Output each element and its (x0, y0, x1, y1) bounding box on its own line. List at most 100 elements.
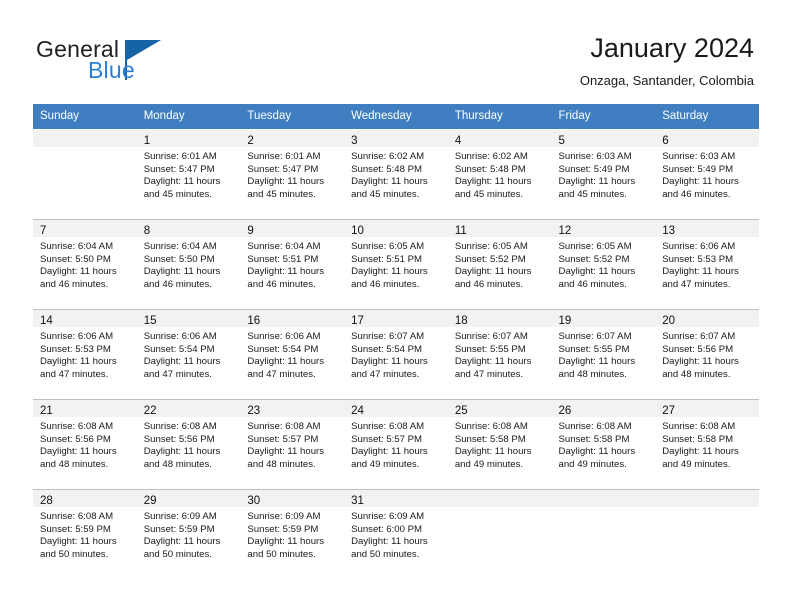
calendar-day-cell[interactable]: 21 Sunrise: 6:08 AM Sunset: 5:56 PM Dayligh… (33, 399, 137, 489)
day-number-band: 15 (136, 310, 241, 327)
calendar-day-cell[interactable]: 6 Sunrise: 6:03 AM Sunset: 5:49 PM Daylight… (655, 129, 759, 219)
day-cell-inner: 14 Sunrise: 6:06 AM Sunset: 5:53 PM Dayligh… (33, 309, 137, 399)
calendar-day-cell[interactable]: 11 Sunrise: 6:05 AM Sunset: 5:52 PM Dayligh… (447, 219, 552, 309)
day-number-band: 18 (447, 310, 552, 327)
day-sun-info: Sunrise: 6:08 AM Sunset: 5:57 PM Daylight:… (240, 417, 344, 471)
day-number-band: 27 (655, 400, 759, 417)
day-number-band: 31 (344, 490, 448, 507)
sunrise-text: Sunrise: 6:07 AM (454, 331, 528, 342)
sunset-text: Sunset: 5:52 PM (454, 253, 526, 265)
daylight-text-line2: and 47 minutes. (351, 368, 420, 380)
calendar-day-cell[interactable]: 1 Sunrise: 6:01 AM Sunset: 5:47 PM Daylight… (136, 129, 241, 219)
calendar-empty-cell (447, 489, 552, 579)
logo-text-blue: Blue (88, 57, 135, 83)
daylight-text-line2: and 49 minutes. (351, 458, 420, 470)
day-sun-info: Sunrise: 6:08 AM Sunset: 5:57 PM Daylight:… (344, 417, 448, 471)
daylight-text-line2: and 46 minutes. (351, 278, 420, 290)
calendar-day-cell[interactable]: 19 Sunrise: 6:07 AM Sunset: 5:55 PM Dayligh… (551, 309, 656, 399)
daylight-text-line1: Daylight: 11 hours (143, 176, 221, 188)
sunset-text: Sunset: 5:50 PM (143, 253, 215, 265)
day-sun-info: Sunrise: 6:02 AM Sunset: 5:48 PM Daylight:… (344, 147, 448, 201)
day-number-band: 7 (33, 220, 137, 237)
calendar-day-cell[interactable]: 7 Sunrise: 6:04 AM Sunset: 5:50 PM Daylight… (33, 219, 137, 309)
day-number-band: 4 (447, 130, 552, 147)
sunrise-text: Sunrise: 6:09 AM (351, 511, 425, 522)
day-cell-inner: 4 Sunrise: 6:02 AM Sunset: 5:48 PM Daylight… (447, 129, 552, 219)
day-sun-info: Sunrise: 6:08 AM Sunset: 5:56 PM Daylight:… (33, 417, 137, 471)
calendar-day-cell[interactable]: 26 Sunrise: 6:08 AM Sunset: 5:58 PM Dayligh… (551, 399, 656, 489)
day-number: 8 (143, 225, 151, 237)
calendar-day-cell[interactable]: 3 Sunrise: 6:02 AM Sunset: 5:48 PM Daylight… (344, 129, 448, 219)
calendar-day-cell[interactable]: 4 Sunrise: 6:02 AM Sunset: 5:48 PM Daylight… (447, 129, 552, 219)
sunset-text: Sunset: 5:59 PM (40, 523, 111, 535)
calendar-day-cell[interactable]: 20 Sunrise: 6:07 AM Sunset: 5:56 PM Dayligh… (655, 309, 759, 399)
daylight-text-line1: Daylight: 11 hours (247, 176, 325, 188)
sunrise-text: Sunrise: 6:07 AM (662, 331, 736, 342)
daylight-text-line2: and 49 minutes. (662, 458, 731, 470)
day-number-band: 23 (240, 400, 345, 417)
day-sun-info: Sunrise: 6:01 AM Sunset: 5:47 PM Daylight:… (137, 147, 241, 201)
day-number: 17 (351, 315, 364, 327)
calendar-body: 1 Sunrise: 6:01 AM Sunset: 5:47 PM Daylight… (33, 129, 759, 579)
sunset-text: Sunset: 5:49 PM (558, 163, 630, 175)
calendar-day-cell[interactable]: 30 Sunrise: 6:09 AM Sunset: 5:59 PM Dayligh… (240, 489, 345, 579)
sunrise-text: Sunrise: 6:02 AM (454, 151, 528, 162)
calendar-day-cell[interactable]: 25 Sunrise: 6:08 AM Sunset: 5:58 PM Dayligh… (447, 399, 552, 489)
day-cell-inner: 26 Sunrise: 6:08 AM Sunset: 5:58 PM Dayligh… (551, 399, 656, 489)
calendar-day-cell[interactable]: 14 Sunrise: 6:06 AM Sunset: 5:53 PM Dayligh… (33, 309, 137, 399)
day-number: 26 (558, 405, 572, 417)
day-number: 2 (247, 135, 254, 147)
calendar-day-cell[interactable]: 31 Sunrise: 6:09 AM Sunset: 6:00 PM Dayligh… (344, 489, 448, 579)
daylight-text-line2: and 46 minutes. (662, 188, 731, 200)
day-sun-info: Sunrise: 6:05 AM Sunset: 5:52 PM Daylight:… (552, 237, 656, 291)
daylight-text-line2: and 46 minutes. (143, 278, 212, 290)
day-number-band: 11 (447, 220, 552, 237)
sunset-text: Sunset: 5:47 PM (247, 163, 319, 175)
day-number-band (33, 130, 137, 147)
calendar-week-row: 7 Sunrise: 6:04 AM Sunset: 5:50 PM Daylight… (33, 219, 759, 309)
daylight-text-line2: and 48 minutes. (143, 458, 212, 470)
calendar-day-cell[interactable]: 29 Sunrise: 6:09 AM Sunset: 5:59 PM Dayligh… (136, 489, 241, 579)
calendar-day-cell[interactable]: 2 Sunrise: 6:01 AM Sunset: 5:47 PM Daylight… (240, 129, 345, 219)
day-number: 22 (143, 405, 157, 417)
day-cell-inner: 15 Sunrise: 6:06 AM Sunset: 5:54 PM Dayligh… (136, 309, 241, 399)
calendar-day-cell[interactable]: 24 Sunrise: 6:08 AM Sunset: 5:57 PM Dayligh… (344, 399, 448, 489)
calendar-day-cell[interactable]: 5 Sunrise: 6:03 AM Sunset: 5:49 PM Daylight… (551, 129, 656, 219)
day-number-band: 29 (136, 490, 241, 507)
daylight-text-line2: and 45 minutes. (247, 188, 316, 200)
day-number: 6 (662, 135, 669, 147)
day-cell-inner: 25 Sunrise: 6:08 AM Sunset: 5:58 PM Dayligh… (447, 399, 552, 489)
day-number-band: 24 (344, 400, 448, 417)
calendar-day-cell[interactable]: 17 Sunrise: 6:07 AM Sunset: 5:54 PM Dayligh… (344, 309, 448, 399)
calendar-day-cell[interactable]: 27 Sunrise: 6:08 AM Sunset: 5:58 PM Dayligh… (655, 399, 759, 489)
day-cell-inner: 18 Sunrise: 6:07 AM Sunset: 5:55 PM Dayligh… (447, 309, 552, 399)
calendar-week-row: 1 Sunrise: 6:01 AM Sunset: 5:47 PM Daylight… (33, 129, 759, 219)
calendar-day-cell[interactable]: 15 Sunrise: 6:06 AM Sunset: 5:54 PM Dayligh… (136, 309, 241, 399)
calendar-day-cell[interactable]: 22 Sunrise: 6:08 AM Sunset: 5:56 PM Dayligh… (136, 399, 241, 489)
calendar-week-row: 14 Sunrise: 6:06 AM Sunset: 5:53 PM Dayligh… (33, 309, 759, 399)
daylight-text-line2: and 46 minutes. (454, 278, 524, 290)
general-blue-logo[interactable]: General Blue (36, 36, 216, 86)
calendar-day-cell[interactable]: 23 Sunrise: 6:08 AM Sunset: 5:57 PM Dayligh… (240, 399, 345, 489)
day-number-band: 21 (33, 400, 137, 417)
daylight-text-line1: Daylight: 11 hours (558, 176, 636, 188)
day-sun-info: Sunrise: 6:01 AM Sunset: 5:47 PM Daylight:… (240, 147, 344, 201)
calendar-day-cell[interactable]: 18 Sunrise: 6:07 AM Sunset: 5:55 PM Dayligh… (447, 309, 552, 399)
sunset-text: Sunset: 5:55 PM (558, 343, 630, 355)
sunset-text: Sunset: 5:49 PM (662, 163, 734, 175)
calendar-day-cell[interactable]: 10 Sunrise: 6:05 AM Sunset: 5:51 PM Dayligh… (344, 219, 448, 309)
daylight-text-line2: and 49 minutes. (558, 458, 627, 470)
daylight-text-line2: and 47 minutes. (40, 368, 109, 380)
daylight-text-line2: and 45 minutes. (351, 188, 420, 200)
calendar-day-cell[interactable]: 9 Sunrise: 6:04 AM Sunset: 5:51 PM Daylight… (240, 219, 345, 309)
daylight-text-line1: Daylight: 11 hours (40, 536, 117, 548)
day-sun-info: Sunrise: 6:08 AM Sunset: 5:59 PM Daylight:… (33, 507, 137, 561)
weekday-header-friday: Friday (551, 104, 656, 129)
calendar-day-cell[interactable]: 12 Sunrise: 6:05 AM Sunset: 5:52 PM Dayligh… (551, 219, 656, 309)
daylight-text-line1: Daylight: 11 hours (247, 536, 325, 548)
calendar-day-cell[interactable]: 28 Sunrise: 6:08 AM Sunset: 5:59 PM Dayligh… (33, 489, 137, 579)
calendar-day-cell[interactable]: 16 Sunrise: 6:06 AM Sunset: 5:54 PM Dayligh… (240, 309, 345, 399)
day-number-band: 10 (344, 220, 448, 237)
calendar-day-cell[interactable]: 13 Sunrise: 6:06 AM Sunset: 5:53 PM Dayligh… (655, 219, 759, 309)
calendar-day-cell[interactable]: 8 Sunrise: 6:04 AM Sunset: 5:50 PM Daylight… (136, 219, 241, 309)
